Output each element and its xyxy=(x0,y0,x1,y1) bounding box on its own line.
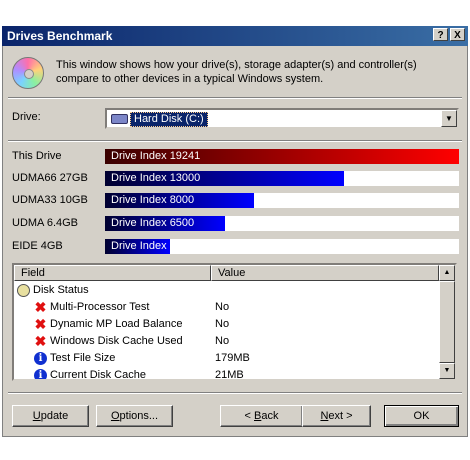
field-name: Current Disk Cache xyxy=(50,369,146,381)
help-button[interactable]: ? xyxy=(433,28,448,41)
hard-disk-icon xyxy=(111,114,128,124)
field-value: No xyxy=(215,301,230,313)
list-item[interactable]: i Current Disk Cache 21MB xyxy=(14,367,439,381)
details-list[interactable]: Field Value Disk Status ✖ Multi-Processo… xyxy=(12,263,457,381)
benchmark-label: UDMA66 27GB xyxy=(12,172,88,184)
benchmark-bar-text: Drive Index 6500 xyxy=(111,217,195,229)
list-item[interactable]: ✖ Windows Disk Cache Used No xyxy=(14,333,439,350)
benchmark-bar-text: Drive Index 3500 xyxy=(111,240,195,252)
benchmark-label: UDMA 6.4GB xyxy=(12,217,79,229)
field-value: No xyxy=(215,335,230,347)
title-bar[interactable]: Drives Benchmark ? X xyxy=(2,26,468,46)
update-label-rest: pdate xyxy=(40,410,69,422)
field-name: Disk Status xyxy=(33,284,89,296)
list-item[interactable]: ✖ Dynamic MP Load Balance No xyxy=(14,316,439,333)
next-button[interactable]: Next > xyxy=(302,405,371,427)
ok-button[interactable]: OK xyxy=(384,405,459,427)
red-x-icon: ✖ xyxy=(34,316,47,332)
divider xyxy=(8,140,462,142)
benchmark-bar: Drive Index 19241 xyxy=(105,149,459,164)
benchmark-label: EIDE 4GB xyxy=(12,240,63,252)
field-value: 21MB xyxy=(215,369,244,381)
red-x-icon: ✖ xyxy=(34,333,47,349)
column-header-field[interactable]: Field xyxy=(14,265,211,281)
red-x-icon: ✖ xyxy=(34,299,47,315)
field-name: Dynamic MP Load Balance xyxy=(50,318,183,330)
vertical-scrollbar[interactable]: ▲ ▼ xyxy=(439,265,455,379)
benchmark-bar: Drive Index 6500 xyxy=(105,216,459,231)
field-name: Windows Disk Cache Used xyxy=(50,335,183,347)
drive-select-value: Hard Disk (C:) xyxy=(130,112,208,127)
field-name: Test File Size xyxy=(50,352,116,364)
benchmark-label: This Drive xyxy=(12,150,62,162)
divider xyxy=(8,392,462,394)
scroll-up-button[interactable]: ▲ xyxy=(439,265,455,281)
drive-select[interactable]: Hard Disk (C:) ▼ xyxy=(105,108,459,129)
field-name: Multi-Processor Test xyxy=(50,301,150,313)
drive-label: Drive: xyxy=(12,111,41,123)
benchmark-bar-text: Drive Index 19241 xyxy=(111,150,201,162)
update-label-accel: U xyxy=(32,410,41,422)
cd-disc-icon xyxy=(12,57,44,89)
update-button[interactable]: Update xyxy=(12,405,89,427)
back-button[interactable]: < Back xyxy=(220,405,303,427)
options-label-rest: ptions... xyxy=(119,410,159,422)
benchmark-bar: Drive Index 13000 xyxy=(105,171,459,186)
back-label-prefix: < xyxy=(244,410,254,422)
options-button[interactable]: Options... xyxy=(96,405,173,427)
options-label-accel: O xyxy=(110,410,120,422)
column-header-value[interactable]: Value xyxy=(211,265,439,281)
benchmark-bar-text: Drive Index 13000 xyxy=(111,172,201,184)
info-icon: i xyxy=(34,369,47,379)
next-label-rest: ext > xyxy=(328,410,353,422)
scroll-down-button[interactable]: ▼ xyxy=(439,363,455,379)
benchmark-bar-text: Drive Index 8000 xyxy=(111,194,195,206)
field-value: 179MB xyxy=(215,352,250,364)
window-title: Drives Benchmark xyxy=(7,29,113,43)
divider xyxy=(8,97,462,99)
intro-text: This window shows how your drive(s), sto… xyxy=(56,59,417,85)
benchmark-label: UDMA33 10GB xyxy=(12,194,88,206)
list-item[interactable]: ✖ Multi-Processor Test No xyxy=(14,299,439,316)
benchmark-bar: Drive Index 3500 xyxy=(105,239,459,254)
back-label-rest: ack xyxy=(261,410,279,422)
list-item[interactable]: i Test File Size 179MB xyxy=(14,350,439,367)
info-icon: i xyxy=(34,352,47,365)
field-value: No xyxy=(215,318,230,330)
benchmark-bar: Drive Index 8000 xyxy=(105,193,459,208)
list-item[interactable]: Disk Status xyxy=(14,282,439,299)
disk-status-icon xyxy=(17,284,30,297)
close-button[interactable]: X xyxy=(450,28,465,41)
scroll-thumb[interactable] xyxy=(439,281,455,363)
chevron-down-icon[interactable]: ▼ xyxy=(441,110,457,127)
